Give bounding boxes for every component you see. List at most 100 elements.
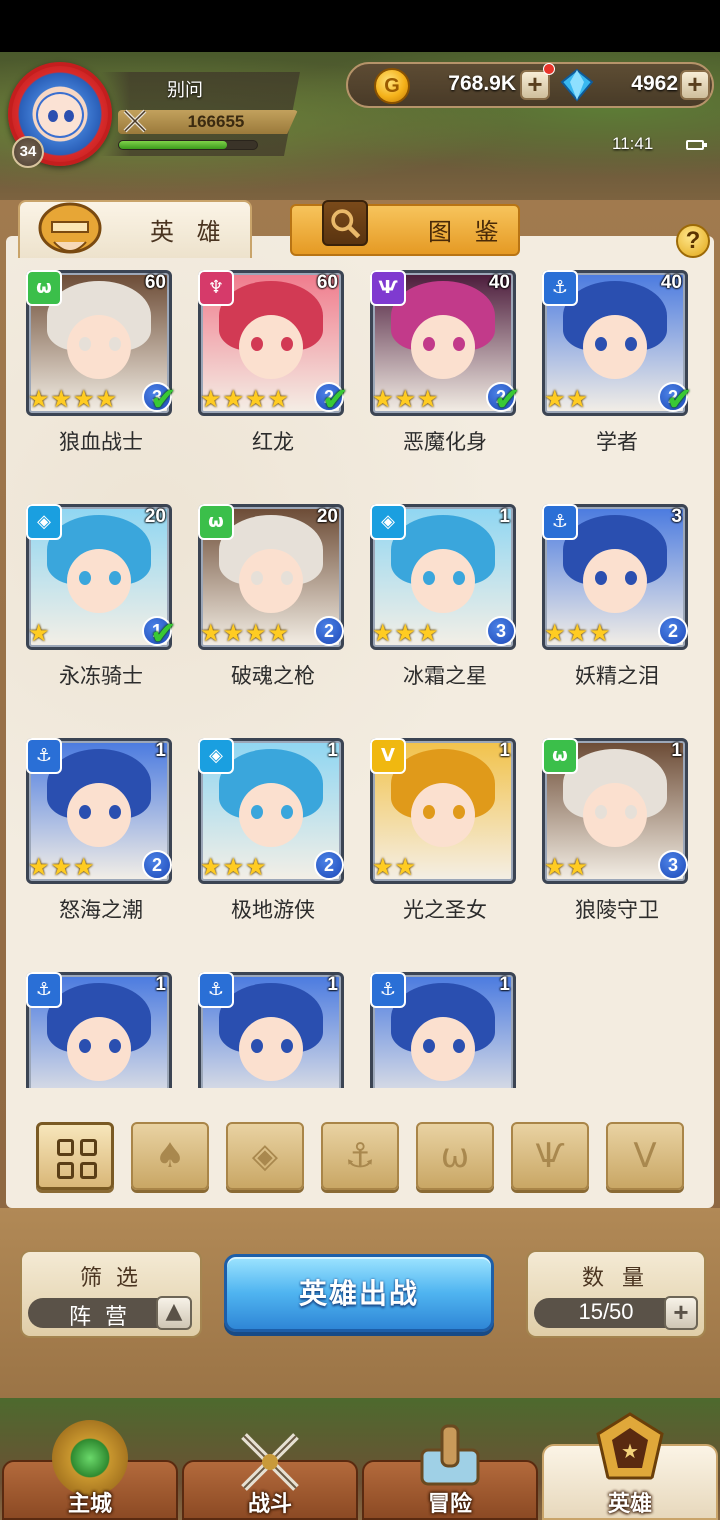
hero-card[interactable]: ⚓ 40 ★ ★ 2 ✔ 学者 bbox=[516, 262, 716, 482]
hero-card[interactable]: ◈ 1 ★ ★ ★ 2 极地游侠 bbox=[172, 730, 372, 950]
hero-level: 1 bbox=[671, 740, 682, 761]
hero-name: 光之圣女 bbox=[403, 899, 487, 922]
star-icon: ★ bbox=[222, 385, 245, 413]
hero-card[interactable]: Ѱ 40 ★ ★ ★ 2 ✔ 恶魔化身 bbox=[344, 262, 544, 482]
wolf-faction-icon: ω bbox=[26, 270, 62, 306]
star-icon: ★ bbox=[566, 853, 589, 881]
grid-cell bbox=[80, 1162, 97, 1179]
add-gold-button[interactable]: + bbox=[520, 70, 550, 100]
hero-card[interactable]: ⚓ 1 bbox=[0, 964, 200, 1088]
castle-icon bbox=[52, 1420, 128, 1496]
hero-card[interactable]: ω 60 ★ ★ ★ ★ 3 ✔ 狼血战士 bbox=[0, 262, 200, 482]
hero-level: 3 bbox=[671, 506, 682, 527]
filter-light-button[interactable]: V bbox=[606, 1122, 684, 1190]
light-faction-icon: V bbox=[370, 738, 406, 774]
grid-cell bbox=[80, 1139, 97, 1156]
crossed-swords-icon bbox=[123, 109, 147, 133]
hero-stars: ★ ★ ★ ★ bbox=[200, 620, 289, 646]
portrait-eye-left bbox=[423, 571, 435, 585]
portrait-eye-left bbox=[251, 1039, 263, 1053]
hero-level: 20 bbox=[144, 506, 166, 527]
hero-name: 妖精之泪 bbox=[575, 665, 659, 688]
star-icon: ★ bbox=[417, 619, 439, 647]
portrait-eye-right bbox=[281, 571, 293, 585]
portrait-eye-left bbox=[423, 805, 435, 819]
star-icon: ★ bbox=[50, 385, 73, 413]
add-gems-button[interactable]: + bbox=[680, 70, 710, 100]
hero-card[interactable]: ω 20 ★ ★ ★ ★ 2 破魂之枪 bbox=[172, 496, 372, 716]
portrait-face bbox=[583, 315, 647, 379]
portrait-eye-right bbox=[453, 571, 465, 585]
portrait-face bbox=[583, 549, 647, 613]
hero-name: 狼陵守卫 bbox=[575, 899, 659, 922]
star-icon: ★ bbox=[28, 385, 50, 413]
nav-adventure-label: 冒险 bbox=[427, 1491, 472, 1516]
star-icon: ★ bbox=[222, 619, 245, 647]
hero-level: 1 bbox=[327, 740, 338, 761]
hero-stars: ★ ★ ★ bbox=[28, 854, 95, 880]
portrait-face bbox=[239, 315, 303, 379]
helmet-hero-icon bbox=[38, 202, 102, 254]
star-icon: ★ bbox=[73, 853, 95, 881]
hero-card[interactable]: ◈ 1 ★ ★ ★ 3 冰霜之星 bbox=[344, 496, 544, 716]
filter-flame-button[interactable]: ♠ bbox=[131, 1122, 209, 1190]
portrait-eye-left bbox=[423, 1039, 435, 1053]
hero-card[interactable]: ◈ 20 ★ 1 ✔ 永冻骑士 bbox=[0, 496, 200, 716]
tab-heroes-label: 英 雄 bbox=[150, 219, 229, 246]
anchor-faction-icon: ⚓ bbox=[26, 738, 62, 774]
filter-demon-button[interactable]: Ѱ bbox=[511, 1122, 589, 1190]
anchor-faction-icon: ⚓ bbox=[370, 972, 406, 1008]
sort-value: 阵 营 bbox=[68, 1304, 132, 1329]
star-icon: ★ bbox=[589, 619, 611, 647]
hero-stars: ★ ★ bbox=[544, 854, 588, 880]
hero-card[interactable]: ♆ 60 ★ ★ ★ ★ 2 ✔ 红龙 bbox=[172, 262, 372, 482]
star-icon: ★ bbox=[372, 853, 394, 881]
portrait-eye-left bbox=[251, 337, 263, 351]
star-icon: ★ bbox=[245, 619, 267, 647]
hero-card[interactable]: V 1 ★ ★ 光之圣女 bbox=[344, 730, 544, 950]
hero-card[interactable]: ⚓ 1 ★ ★ ★ 2 怒海之潮 bbox=[0, 730, 200, 950]
star-icon: ★ bbox=[267, 619, 290, 647]
demon-filter-icon: Ѱ bbox=[535, 1136, 565, 1176]
crystal-faction-icon: ◈ bbox=[198, 738, 234, 774]
portrait-face bbox=[239, 783, 303, 847]
hero-grade-badge: 3 bbox=[486, 616, 516, 646]
hero-card[interactable]: ⚓ 1 bbox=[172, 964, 372, 1088]
hero-name: 恶魔化身 bbox=[403, 431, 487, 454]
expand-capacity-button[interactable]: + bbox=[664, 1296, 698, 1330]
hero-stars: ★ ★ ★ bbox=[372, 620, 439, 646]
portrait-eye-right bbox=[109, 337, 121, 351]
magnifier-book-icon bbox=[322, 200, 368, 246]
battery-icon bbox=[686, 140, 707, 150]
filter-crystal-button[interactable]: ◈ bbox=[226, 1122, 304, 1190]
portrait-eye-left bbox=[79, 337, 91, 351]
filter-anchor-button[interactable]: ⚓ bbox=[321, 1122, 399, 1190]
flame-filter-icon: ♠ bbox=[154, 1136, 186, 1176]
portrait-eye-left bbox=[595, 805, 607, 819]
nav-home-label: 主城 bbox=[67, 1491, 112, 1516]
sort-toggle-button[interactable]: ▲ bbox=[156, 1296, 192, 1330]
exp-bar bbox=[118, 140, 258, 150]
help-button[interactable]: ? bbox=[676, 224, 710, 258]
hero-count-label: 数 量 bbox=[581, 1265, 651, 1290]
hero-card[interactable]: ω 1 ★ ★ 3 狼陵守卫 bbox=[516, 730, 716, 950]
notification-dot bbox=[543, 63, 555, 75]
hero-level: 20 bbox=[316, 506, 338, 527]
filter-beast-button[interactable]: ω bbox=[416, 1122, 494, 1190]
flame-faction-icon: ♆ bbox=[198, 270, 234, 306]
tab-codex-label: 图 鉴 bbox=[428, 219, 507, 246]
portrait-eye-right bbox=[625, 805, 637, 819]
hero-card[interactable]: ⚓ 3 ★ ★ ★ 2 妖精之泪 bbox=[516, 496, 716, 716]
anchor-faction-icon: ⚓ bbox=[26, 972, 62, 1008]
portrait-face bbox=[67, 1017, 131, 1081]
star-icon: ★ bbox=[222, 853, 245, 881]
filter-all-button[interactable] bbox=[36, 1122, 114, 1190]
anchor-faction-icon: ⚓ bbox=[542, 504, 578, 540]
portrait-eye-right bbox=[109, 571, 121, 585]
hero-card[interactable]: ⚓ 1 bbox=[344, 964, 544, 1088]
hero-stars: ★ bbox=[28, 620, 50, 646]
hero-level: 1 bbox=[499, 740, 510, 761]
portrait-eye-left bbox=[595, 337, 607, 351]
nav-hero-label: 英雄 bbox=[607, 1491, 652, 1516]
star-icon: ★ bbox=[245, 853, 267, 881]
